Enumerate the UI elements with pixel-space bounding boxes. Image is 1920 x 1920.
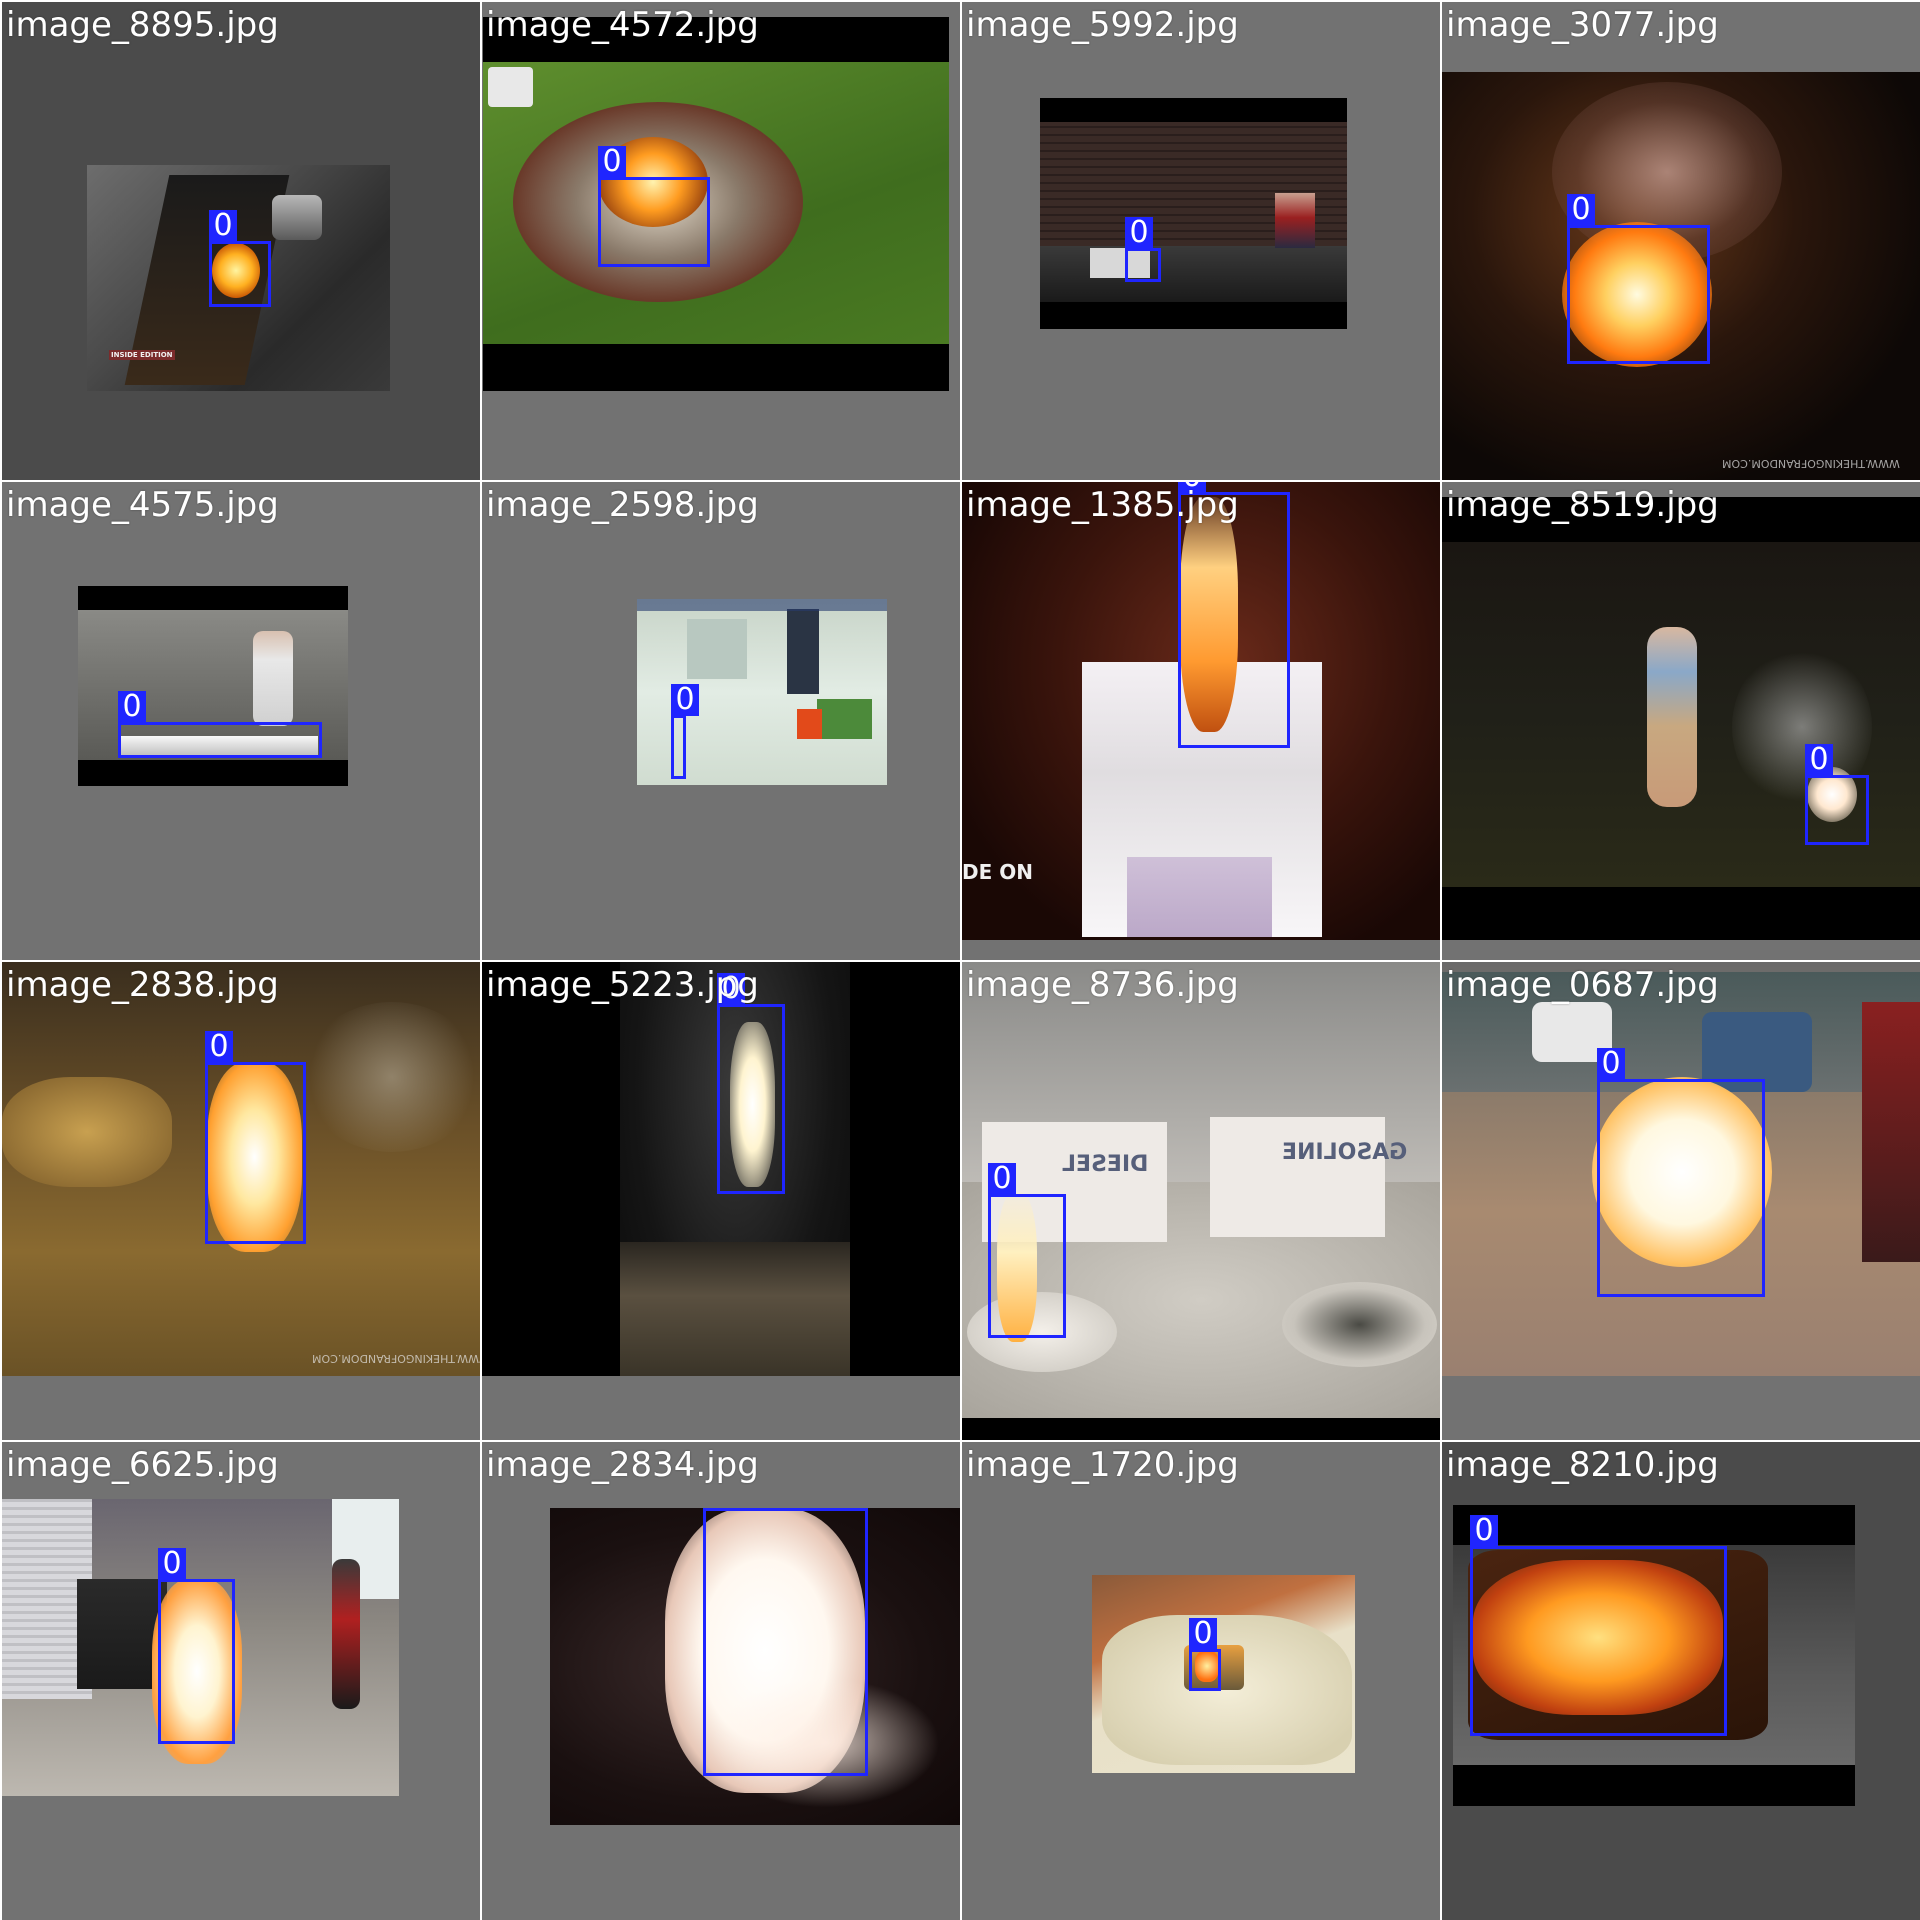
grid-tile[interactable]: 0 image_8519.jpg [1442, 482, 1920, 960]
filename-label: image_8895.jpg [6, 5, 279, 45]
filename-label: image_2598.jpg [486, 485, 759, 525]
filename-label: image_1385.jpg [966, 485, 1239, 525]
filename-label: image_8210.jpg [1446, 1445, 1719, 1485]
photo: WWW.THEKINGOFRANDOM.COM 0 [1442, 72, 1920, 480]
photo: INSIDE EDITION 0 [87, 165, 390, 391]
filename-label: image_2834.jpg [486, 1445, 759, 1485]
class-label: 0 [209, 210, 237, 242]
photo: 0 [637, 599, 887, 785]
filename-label: image_1720.jpg [966, 1445, 1239, 1485]
filename-label: image_6625.jpg [6, 1445, 279, 1485]
filename-label: image_4572.jpg [486, 5, 759, 45]
watermark-text: WWW.THEKINGOFRANDOM.COM [1722, 457, 1900, 470]
class-label: 0 [1470, 1515, 1498, 1547]
detection-box: 0 [1125, 217, 1161, 282]
filename-label: image_5223.jpg [486, 965, 759, 1005]
photo: 0 [1092, 1575, 1355, 1773]
class-label: 0 [988, 1163, 1016, 1195]
class-label: 0 [703, 1508, 731, 1511]
filename-label: image_3077.jpg [1446, 5, 1719, 45]
grid-tile[interactable]: 0 image_2834.jpg [482, 1442, 960, 1920]
grid-tile[interactable]: 0 image_1720.jpg [962, 1442, 1440, 1920]
filename-label: image_5992.jpg [966, 5, 1239, 45]
sign-label: GASOLINE [1282, 1140, 1408, 1165]
class-label: 0 [671, 684, 699, 716]
grid-tile[interactable]: DE ON 0 image_1385.jpg [962, 482, 1440, 960]
class-label: 0 [158, 1548, 186, 1580]
image-grid: INSIDE EDITION 0 image_8895.jpg 0 image_… [0, 0, 1920, 1920]
class-label: 0 [205, 1031, 233, 1063]
grid-tile[interactable]: 0 image_4575.jpg [2, 482, 480, 960]
detection-box: 0 [1470, 1515, 1727, 1736]
watermark-text: WWW.THEKINGOFRANDOM.COM [312, 1352, 480, 1365]
class-label: 0 [1805, 744, 1833, 776]
grid-tile[interactable]: 0 image_0687.jpg [1442, 962, 1920, 1440]
photo: 0 [482, 962, 960, 1376]
sign-label: DIESEL [1062, 1152, 1149, 1177]
detection-box: 0 [118, 691, 322, 758]
detection-box: 0 [1597, 1048, 1765, 1297]
grid-tile[interactable]: 0 image_5992.jpg [962, 2, 1440, 480]
detection-box: 0 [598, 146, 710, 267]
photo: WWW.THEKINGOFRANDOM.COM 0 [2, 962, 480, 1376]
detection-box: 0 [158, 1548, 235, 1744]
detection-box: 0 [1178, 482, 1290, 748]
watermark-logo: INSIDE EDITION [109, 350, 175, 360]
filename-label: image_8736.jpg [966, 965, 1239, 1005]
class-label: 0 [1189, 1618, 1217, 1650]
photo: 0 [1453, 1505, 1855, 1806]
grid-tile[interactable]: INSIDE EDITION 0 image_8895.jpg [2, 2, 480, 480]
photo: 0 [2, 1499, 399, 1796]
class-label: 0 [1567, 194, 1595, 226]
detection-box: 0 [717, 973, 785, 1194]
watermark-text: DE ON [962, 860, 1033, 884]
class-label: 0 [1597, 1048, 1625, 1080]
detection-box: 0 [671, 684, 699, 779]
photo: 0 [1442, 497, 1920, 940]
grid-tile[interactable]: WWW.THEKINGOFRANDOM.COM 0 image_3077.jpg [1442, 2, 1920, 480]
grid-tile[interactable]: DIESEL GASOLINE 0 image_8736.jpg [962, 962, 1440, 1440]
photo: 0 [550, 1508, 960, 1825]
detection-box: 0 [1567, 194, 1710, 364]
filename-label: image_0687.jpg [1446, 965, 1719, 1005]
detection-box: 0 [209, 210, 271, 307]
grid-tile[interactable]: 0 image_4572.jpg [482, 2, 960, 480]
grid-tile[interactable]: 0 image_8210.jpg [1442, 1442, 1920, 1920]
grid-tile[interactable]: 0 image_2598.jpg [482, 482, 960, 960]
detection-box: 0 [1805, 744, 1869, 845]
detection-box: 0 [1189, 1618, 1221, 1691]
photo: 0 [1442, 962, 1920, 1376]
filename-label: image_2838.jpg [6, 965, 279, 1005]
filename-label: image_4575.jpg [6, 485, 279, 525]
class-label: 0 [1125, 217, 1153, 249]
class-label: 0 [118, 691, 146, 723]
photo: 0 [78, 586, 348, 786]
grid-tile[interactable]: 0 image_5223.jpg [482, 962, 960, 1440]
photo: 0 [1040, 98, 1347, 329]
grid-tile[interactable]: 0 image_6625.jpg [2, 1442, 480, 1920]
detection-box: 0 [205, 1031, 306, 1244]
class-label: 0 [598, 146, 626, 178]
detection-box: 0 [988, 1163, 1066, 1338]
filename-label: image_8519.jpg [1446, 485, 1719, 525]
photo: DIESEL GASOLINE 0 [962, 962, 1440, 1440]
photo: DE ON 0 [962, 482, 1440, 940]
photo: 0 [483, 17, 949, 391]
detection-box: 0 [703, 1508, 868, 1776]
grid-tile[interactable]: WWW.THEKINGOFRANDOM.COM 0 image_2838.jpg [2, 962, 480, 1440]
